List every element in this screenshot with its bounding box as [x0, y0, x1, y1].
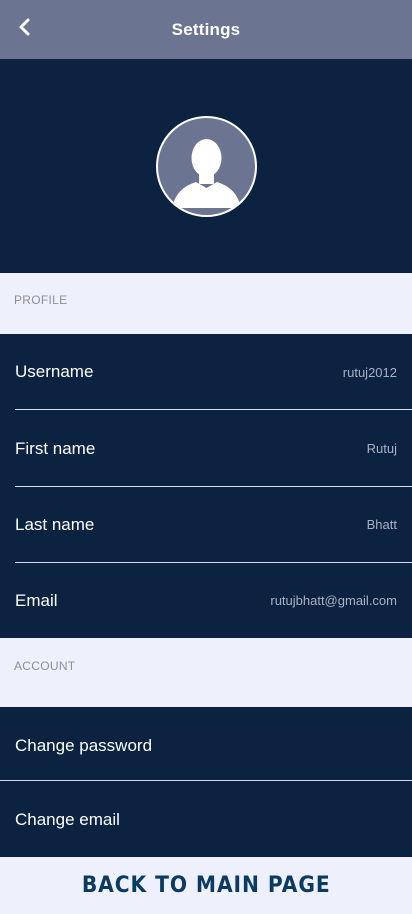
top-bar: Settings: [0, 0, 412, 59]
username-value: rutuj2012: [342, 365, 397, 380]
chevron-left-icon: [18, 17, 32, 42]
change-email-row[interactable]: Change email: [0, 781, 412, 857]
avatar[interactable]: [156, 116, 257, 217]
user-silhouette-icon: [158, 139, 255, 215]
back-to-main-page-button[interactable]: BACK TO MAIN PAGE: [0, 857, 412, 914]
first-name-label: First name: [15, 439, 96, 458]
first-name-value: Rutuj: [366, 441, 397, 456]
back-button[interactable]: [10, 14, 40, 44]
section-label-profile: PROFILE: [14, 293, 68, 307]
profile-hero: [0, 59, 412, 273]
username-label: Username: [15, 362, 94, 381]
section-label-account: ACCOUNT: [14, 659, 76, 673]
back-to-main-page-label: BACK TO MAIN PAGE: [81, 873, 331, 898]
last-name-value: Bhatt: [366, 517, 397, 532]
last-name-row[interactable]: Last name Bhatt: [0, 487, 412, 563]
email-row[interactable]: Email rutujbhatt@gmail.com: [0, 563, 412, 638]
username-row[interactable]: Username rutuj2012: [0, 334, 412, 410]
last-name-label: Last name: [15, 515, 95, 534]
change-password-label: Change password: [15, 736, 153, 755]
first-name-row[interactable]: First name Rutuj: [0, 410, 412, 487]
profile-section-header: PROFILE: [0, 273, 412, 334]
page-title: Settings: [171, 19, 241, 39]
email-label: Email: [15, 591, 58, 610]
email-value: rutujbhatt@gmail.com: [270, 593, 397, 608]
change-password-row[interactable]: Change password: [0, 707, 412, 781]
account-section-header: ACCOUNT: [0, 638, 412, 707]
change-email-label: Change email: [15, 810, 120, 829]
